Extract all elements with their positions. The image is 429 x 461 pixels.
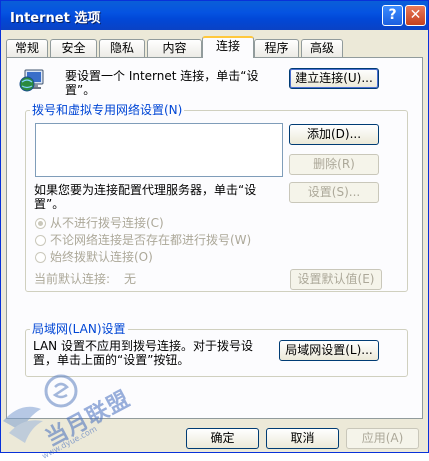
tab-security[interactable]: 安全 — [50, 39, 97, 57]
lan-description: LAN 设置不应用到拨号连接。对于拨号设 — [33, 339, 253, 353]
tab-advanced[interactable]: 高级 — [301, 39, 343, 57]
radio-dial-whenever-label: 不论网络连接是否存在都进行拨号(W) — [50, 233, 252, 247]
setup-button[interactable]: 建立连接(U)... — [289, 68, 379, 89]
current-default-value: 无 — [124, 272, 137, 286]
set-default-button[interactable]: 设置默认值(E) — [290, 269, 382, 290]
network-globe-icon — [19, 68, 47, 94]
proxy-description-2: 置”。 — [34, 197, 65, 211]
remove-connection-button[interactable]: 删除(R) — [289, 154, 379, 175]
lan-settings-button[interactable]: 局域网设置(L)... — [279, 340, 379, 361]
current-default-label: 当前默认连接: — [34, 272, 111, 286]
radio-always-dial-default[interactable] — [35, 252, 46, 263]
radio-dial-whenever[interactable] — [35, 235, 46, 246]
lan-group-label: 局域网(LAN)设置 — [30, 322, 128, 336]
cancel-button[interactable]: 取消 — [266, 428, 339, 449]
tab-programs[interactable]: 程序 — [254, 39, 299, 57]
apply-button[interactable]: 应用(A) — [346, 428, 419, 449]
title-bar[interactable]: Internet 选项 ? ✕ — [1, 1, 428, 30]
setup-description-2: 置”。 — [65, 83, 96, 97]
close-icon: ✕ — [409, 7, 422, 23]
connections-listbox[interactable] — [35, 123, 283, 177]
dialup-settings-button[interactable]: 设置(S)... — [289, 182, 379, 203]
add-connection-button[interactable]: 添加(D)... — [289, 124, 379, 145]
tab-connections[interactable]: 连接 — [202, 36, 254, 58]
help-button[interactable]: ? — [382, 5, 403, 26]
window-title: Internet 选项 — [10, 11, 101, 26]
radio-never-dial[interactable] — [35, 218, 46, 229]
radio-never-dial-label: 从不进行拨号连接(C) — [50, 216, 164, 230]
ok-button[interactable]: 确定 — [186, 428, 259, 449]
help-icon: ? — [388, 7, 397, 23]
internet-options-window: Internet 选项 ? ✕ 常规 安全 隐私 内容 连接 程序 高级 要设置… — [0, 0, 429, 461]
close-button[interactable]: ✕ — [405, 5, 426, 26]
site-watermark: 当月联盟 www.dyue.com — [1, 361, 141, 461]
tab-content[interactable]: 内容 — [147, 39, 202, 57]
tab-privacy[interactable]: 隐私 — [99, 39, 145, 57]
tab-general[interactable]: 常规 — [6, 39, 48, 57]
setup-description: 要设置一个 Internet 连接，单击“设 — [65, 69, 259, 83]
radio-always-dial-default-label: 始终拨默认连接(O) — [50, 250, 153, 264]
proxy-description: 如果您要为连接配置代理服务器，单击“设 — [34, 183, 257, 197]
dialup-group-label: 拨号和虚拟专用网络设置(N) — [30, 103, 185, 117]
